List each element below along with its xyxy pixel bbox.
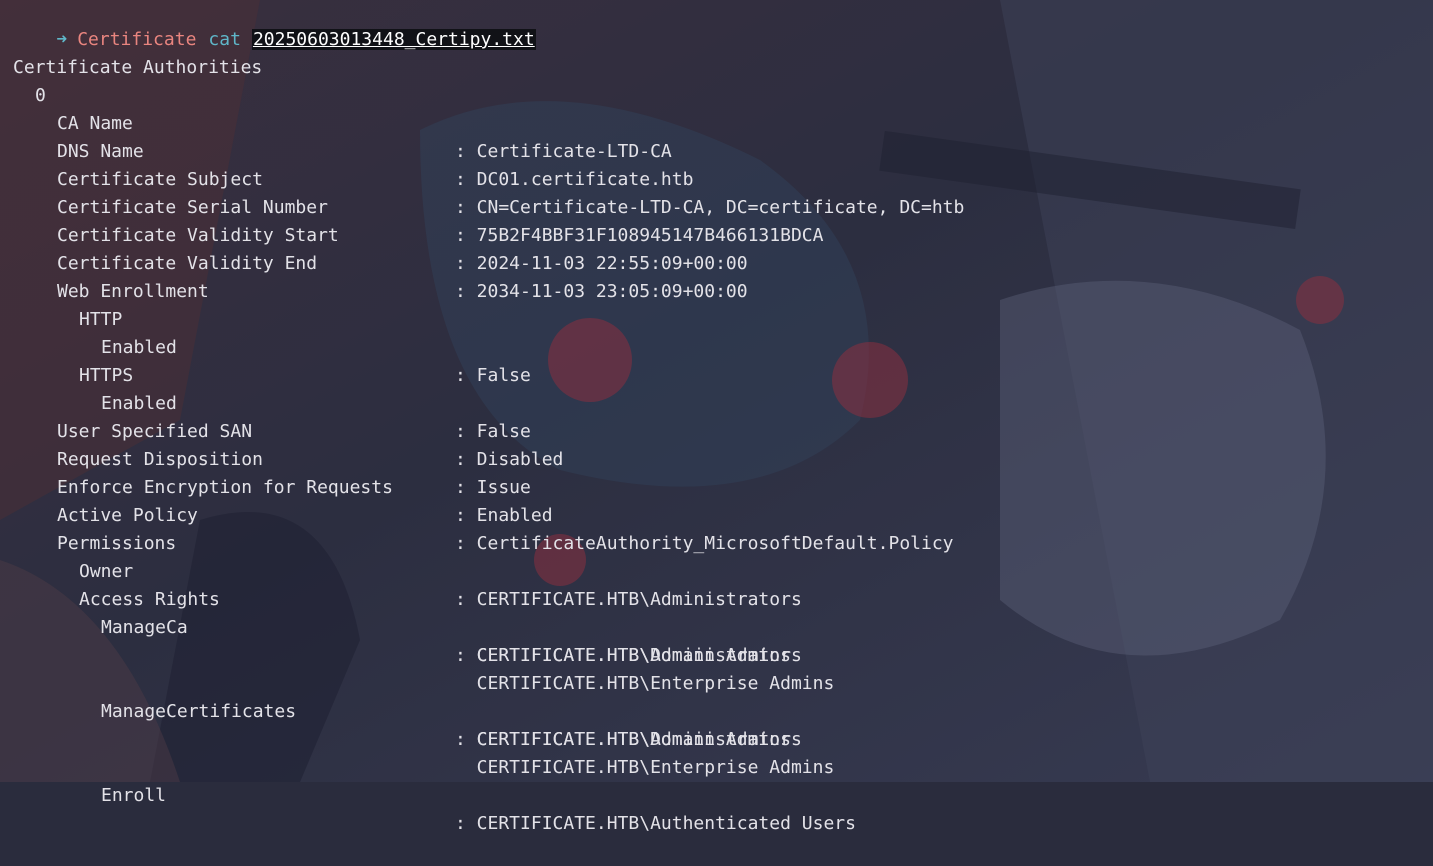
prompt-arrow-icon: ➜ (56, 29, 68, 50)
prompt-argument[interactable]: 20250603013448_Certipy.txt (251, 29, 536, 50)
row-manage-ca-cont: CERTIFICATE.HTB\Domain Admins (455, 645, 791, 666)
prompt-line: ➜ Certificate cat 20250603013448_Certipy.tx… (0, 0, 536, 50)
row-manage-certificates-cont: CERTIFICATE.HTB\Domain Admins (455, 729, 791, 750)
prompt-command: cat (208, 29, 241, 50)
row-manage-ca-cont: CERTIFICATE.HTB\Enterprise Admins (455, 673, 835, 694)
row-permissions: Permissions (57, 533, 177, 554)
row-dns-name: DNS Name : DC01.certificate.htb (57, 141, 694, 190)
row-web-enrollment: Web Enrollment (57, 281, 209, 302)
row-access-rights: Access Rights (79, 589, 220, 610)
row-user-specified-san: User Specified SAN : Disabled (57, 421, 564, 470)
row-http: HTTP (79, 309, 123, 330)
row-manage-certificates: ManageCertificates : CERTIFICATE.HTB\Adm… (101, 701, 802, 750)
row-certificate-subject: Certificate Subject : CN=Certificate-LTD… (57, 169, 965, 218)
row-ca-name: CA Name : Certificate-LTD-CA (57, 113, 672, 162)
row-https: HTTPS (79, 365, 134, 386)
row-owner: Owner : CERTIFICATE.HTB\Administrators (79, 561, 802, 610)
row-manage-certificates-cont: CERTIFICATE.HTB\Enterprise Admins (455, 757, 835, 778)
row-validity-end: Certificate Validity End : 2034-11-03 23… (57, 253, 748, 302)
row-validity-start: Certificate Validity Start : 2024-11-03 … (57, 225, 748, 274)
row-serial-number: Certificate Serial Number : 75B2F4BBF31F… (57, 197, 824, 246)
row-manage-ca: ManageCa : CERTIFICATE.HTB\Administrator… (101, 617, 802, 666)
row-enforce-encryption: Enforce Encryption for Requests : Enable… (57, 477, 553, 526)
terminal-output: ➜ Certificate cat 20250603013448_Certipy.tx… (0, 0, 1433, 834)
row-http-enabled: Enabled : False (101, 337, 531, 386)
section-title: Certificate Authorities (13, 57, 263, 78)
ca-index: 0 (35, 85, 46, 106)
row-enroll: Enroll : CERTIFICATE.HTB\Authenticated U… (101, 785, 856, 834)
row-request-disposition: Request Disposition : Issue (57, 449, 531, 498)
prompt-directory: Certificate (77, 29, 197, 50)
row-https-enabled: Enabled : False (101, 393, 531, 442)
row-active-policy: Active Policy : CertificateAuthority_Mic… (57, 505, 954, 554)
